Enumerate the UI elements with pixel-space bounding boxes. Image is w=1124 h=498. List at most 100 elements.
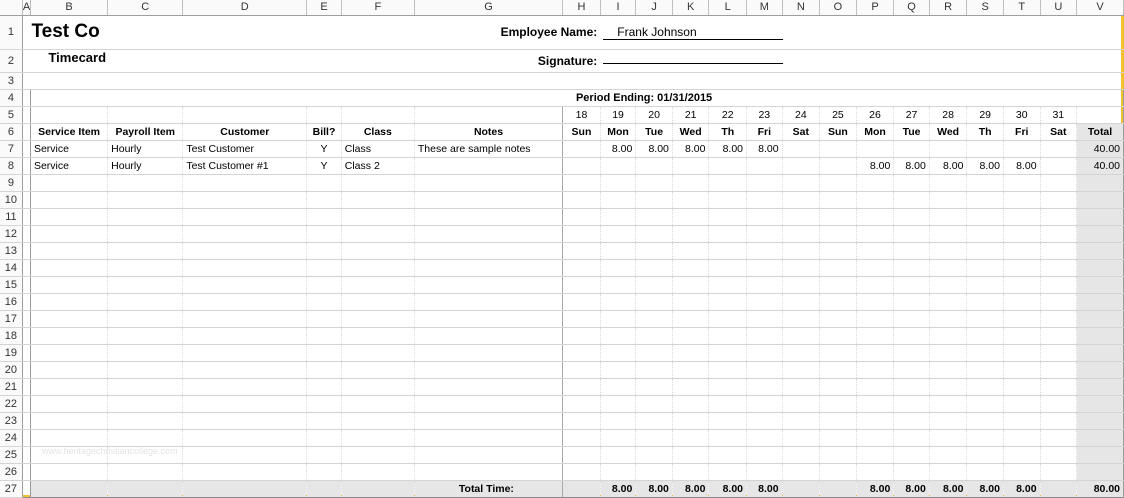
cell[interactable] bbox=[414, 463, 564, 481]
cell[interactable] bbox=[562, 378, 601, 396]
cell[interactable] bbox=[562, 412, 601, 430]
cell[interactable] bbox=[306, 225, 342, 243]
cell[interactable] bbox=[893, 191, 930, 209]
cell[interactable] bbox=[782, 463, 821, 481]
cell[interactable] bbox=[414, 259, 564, 277]
select-all-corner[interactable] bbox=[0, 0, 23, 16]
cell[interactable] bbox=[635, 225, 673, 243]
day-total-cell[interactable] bbox=[1040, 479, 1078, 498]
payroll-item-cell[interactable]: Hourly bbox=[107, 140, 184, 158]
cell[interactable] bbox=[29, 225, 109, 243]
cell[interactable] bbox=[635, 378, 673, 396]
cell[interactable] bbox=[893, 242, 930, 260]
cell[interactable] bbox=[893, 327, 930, 345]
cell[interactable] bbox=[672, 378, 710, 396]
cell[interactable] bbox=[672, 327, 710, 345]
hours-cell[interactable]: 8.00 bbox=[635, 140, 673, 158]
column-header-e[interactable]: E bbox=[306, 0, 342, 16]
cell[interactable] bbox=[414, 293, 564, 311]
cell[interactable] bbox=[341, 208, 415, 226]
signature-field[interactable] bbox=[603, 62, 784, 64]
cell[interactable] bbox=[819, 378, 857, 396]
cell[interactable] bbox=[306, 463, 342, 481]
date-cell[interactable]: 19 bbox=[600, 106, 637, 124]
cell[interactable] bbox=[182, 191, 308, 209]
cell[interactable] bbox=[856, 225, 895, 243]
service-item-cell[interactable]: Service bbox=[29, 140, 109, 158]
row-total-cell[interactable] bbox=[1076, 429, 1124, 447]
cell[interactable] bbox=[819, 225, 857, 243]
column-header-f[interactable]: F bbox=[341, 0, 415, 16]
cell[interactable] bbox=[819, 395, 857, 413]
cell[interactable] bbox=[856, 293, 895, 311]
row-total-cell[interactable] bbox=[1076, 310, 1124, 328]
hours-cell[interactable] bbox=[929, 140, 968, 158]
cell[interactable] bbox=[341, 446, 415, 464]
hours-cell[interactable] bbox=[893, 140, 930, 158]
cell[interactable] bbox=[562, 344, 601, 362]
cell[interactable] bbox=[966, 378, 1004, 396]
cell[interactable] bbox=[1040, 191, 1078, 209]
cell[interactable] bbox=[819, 191, 857, 209]
cell[interactable] bbox=[1003, 276, 1041, 294]
date-cell[interactable]: 18 bbox=[562, 106, 601, 124]
hours-cell[interactable] bbox=[966, 140, 1004, 158]
date-cell[interactable]: 30 bbox=[1003, 106, 1041, 124]
cell[interactable] bbox=[182, 412, 308, 430]
hours-cell[interactable] bbox=[856, 140, 895, 158]
cell[interactable] bbox=[782, 412, 821, 430]
cell[interactable] bbox=[819, 293, 857, 311]
row-header[interactable]: 21 bbox=[0, 378, 23, 396]
cell[interactable] bbox=[782, 174, 821, 192]
cell[interactable] bbox=[819, 208, 857, 226]
cell[interactable] bbox=[782, 446, 821, 464]
day-total-cell[interactable]: 8.00 bbox=[672, 479, 710, 498]
hours-cell[interactable] bbox=[562, 157, 601, 175]
row-total-cell[interactable] bbox=[1076, 395, 1124, 413]
cell[interactable] bbox=[856, 276, 895, 294]
column-header-q[interactable]: Q bbox=[893, 0, 930, 16]
cell[interactable] bbox=[562, 259, 601, 277]
cell[interactable] bbox=[562, 242, 601, 260]
cell[interactable] bbox=[341, 293, 415, 311]
cell[interactable] bbox=[635, 395, 673, 413]
cell[interactable] bbox=[708, 378, 748, 396]
cell[interactable] bbox=[746, 174, 783, 192]
hours-cell[interactable]: 8.00 bbox=[672, 140, 710, 158]
cell[interactable] bbox=[635, 259, 673, 277]
cell[interactable] bbox=[929, 344, 968, 362]
cell[interactable] bbox=[182, 327, 308, 345]
cell[interactable] bbox=[635, 344, 673, 362]
cell[interactable] bbox=[414, 429, 564, 447]
hours-cell[interactable] bbox=[562, 140, 601, 158]
cell[interactable] bbox=[600, 242, 637, 260]
date-cell[interactable]: 27 bbox=[893, 106, 930, 124]
row-header[interactable]: 14 bbox=[0, 259, 23, 277]
cell[interactable] bbox=[182, 242, 308, 260]
cell[interactable] bbox=[182, 208, 308, 226]
column-header-t[interactable]: T bbox=[1003, 0, 1041, 16]
row-header[interactable]: 8 bbox=[0, 157, 23, 175]
cell[interactable] bbox=[708, 242, 748, 260]
row-header[interactable]: 25 bbox=[0, 446, 23, 464]
cell[interactable] bbox=[635, 361, 673, 379]
cell[interactable] bbox=[306, 344, 342, 362]
cell[interactable] bbox=[672, 344, 710, 362]
cell[interactable] bbox=[341, 225, 415, 243]
column-header-g[interactable]: G bbox=[414, 0, 564, 16]
cell[interactable] bbox=[672, 412, 710, 430]
cell[interactable] bbox=[856, 429, 895, 447]
hours-cell[interactable] bbox=[746, 157, 783, 175]
cell[interactable] bbox=[893, 174, 930, 192]
cell[interactable] bbox=[856, 191, 895, 209]
cell[interactable] bbox=[182, 446, 308, 464]
service-item-cell[interactable]: Service bbox=[29, 157, 109, 175]
cell[interactable] bbox=[672, 463, 710, 481]
cell[interactable] bbox=[672, 259, 710, 277]
cell[interactable] bbox=[306, 310, 342, 328]
cell[interactable] bbox=[782, 293, 821, 311]
row-header[interactable]: 13 bbox=[0, 242, 23, 260]
cell[interactable] bbox=[966, 191, 1004, 209]
cell[interactable] bbox=[782, 429, 821, 447]
row-header[interactable]: 7 bbox=[0, 140, 23, 158]
